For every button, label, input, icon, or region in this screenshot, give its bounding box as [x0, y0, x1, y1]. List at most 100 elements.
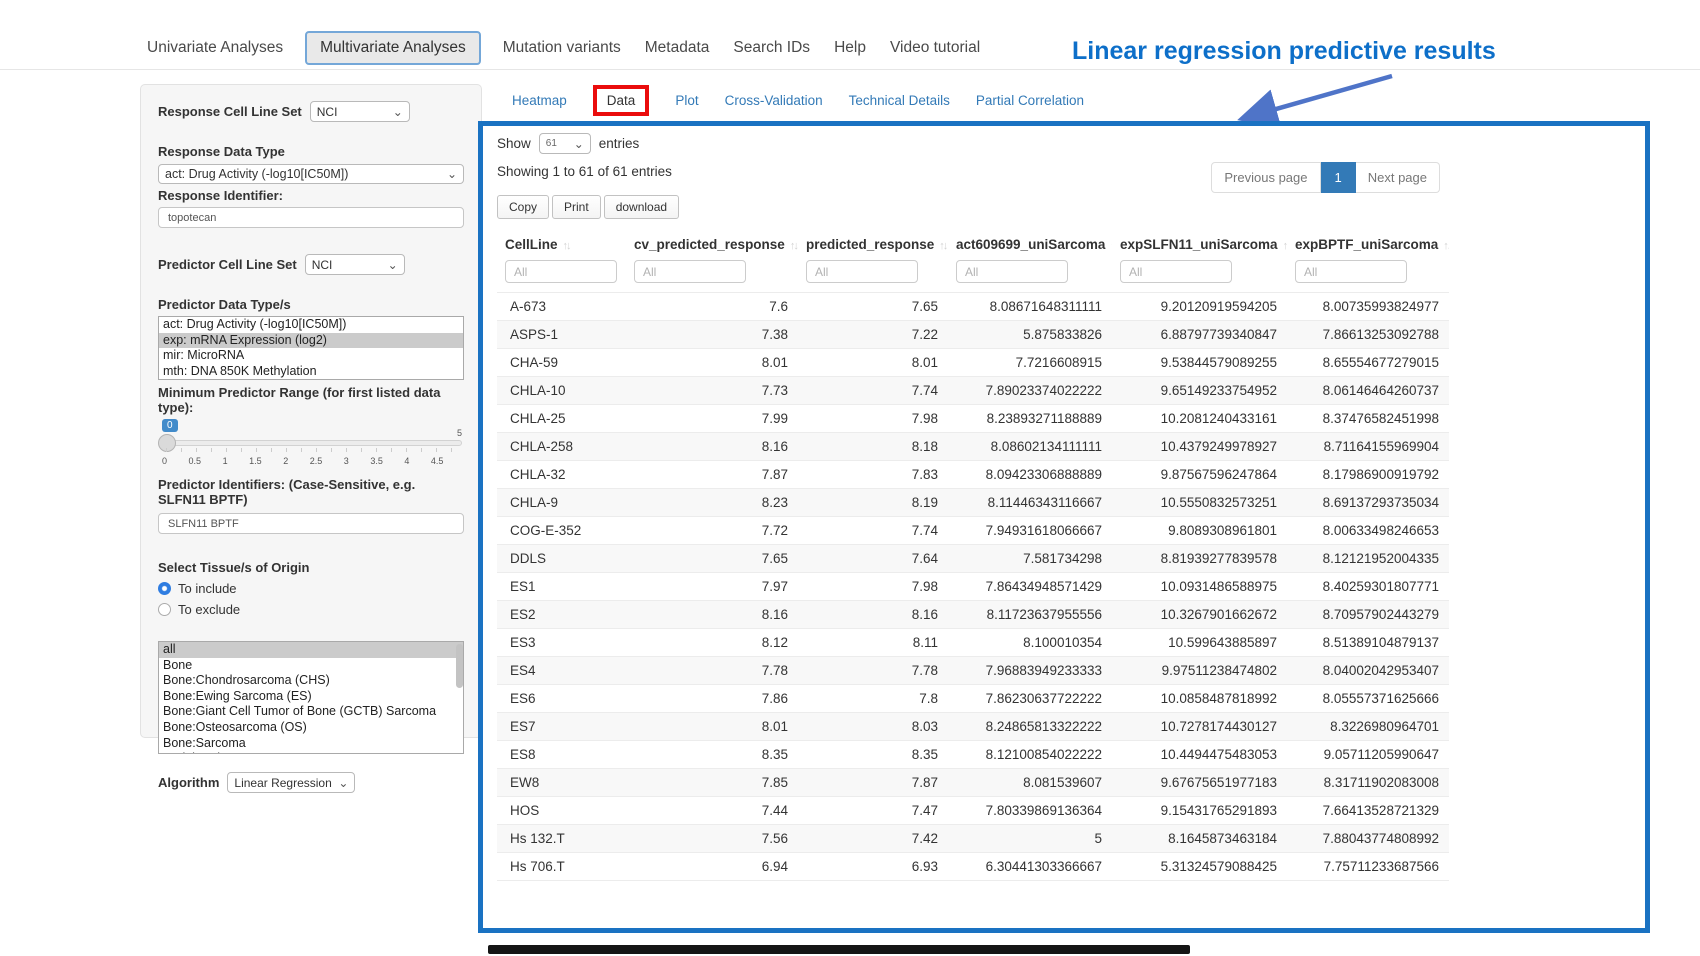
filter-cell — [1112, 257, 1287, 293]
sort-icon: ↑↓ — [1443, 240, 1449, 252]
nav-tab[interactable]: Help — [832, 32, 868, 64]
table-row: ES6 7.86 7.8 7.86230637722222 10.0858487… — [497, 685, 1449, 713]
export-button[interactable]: Print — [552, 195, 601, 219]
predicted-response-cell: 7.64 — [798, 545, 948, 573]
cv-predicted-response-cell: 7.73 — [626, 377, 798, 405]
nav-tab[interactable]: Metadata — [643, 32, 712, 64]
column-filter-input[interactable] — [505, 260, 617, 283]
column-filter-input[interactable] — [1120, 260, 1232, 283]
act609699-cell: 8.08602134111111 — [948, 433, 1112, 461]
column-header-label: expSLFN11_uniSarcoma — [1120, 237, 1278, 252]
predicted-response-cell: 7.83 — [798, 461, 948, 489]
listbox-option[interactable]: Peripheral_Nervous_System — [159, 751, 463, 754]
results-tab[interactable]: Cross-Validation — [725, 93, 823, 108]
results-tab[interactable]: Technical Details — [849, 93, 950, 108]
cv-predicted-response-cell: 7.85 — [626, 769, 798, 797]
next-page-button[interactable]: Next page — [1356, 162, 1440, 193]
response-cell-line-set-value: NCI — [317, 105, 338, 119]
cv-predicted-response-cell: 7.65 — [626, 545, 798, 573]
radio-button[interactable] — [158, 603, 171, 616]
table-body: A-673 7.6 7.65 8.08671648311111 9.201209… — [497, 293, 1449, 881]
current-page-button[interactable]: 1 — [1321, 162, 1356, 193]
expSLFN11-cell: 9.65149233754952 — [1112, 377, 1287, 405]
predictor-cell-line-set-select[interactable]: NCI ⌄ — [305, 254, 405, 275]
expSLFN11-cell: 6.88797739340847 — [1112, 321, 1287, 349]
cv-predicted-response-cell: 7.78 — [626, 657, 798, 685]
results-tab[interactable]: Heatmap — [512, 93, 567, 108]
predicted-response-cell: 8.16 — [798, 601, 948, 629]
predictor-identifiers-input[interactable] — [158, 513, 464, 534]
cell-line-cell: A-673 — [497, 293, 626, 321]
listbox-option[interactable]: Bone:Giant Cell Tumor of Bone (GCTB) Sar… — [159, 704, 463, 720]
predicted-response-cell: 7.87 — [798, 769, 948, 797]
listbox-option[interactable]: Bone:Sarcoma — [159, 736, 463, 752]
cell-line-cell: EW8 — [497, 769, 626, 797]
results-tab[interactable]: Data — [593, 85, 650, 116]
nav-tab[interactable]: Univariate Analyses — [145, 32, 285, 64]
expSLFN11-cell: 10.4494475483053 — [1112, 741, 1287, 769]
act609699-cell: 7.94931618066667 — [948, 517, 1112, 545]
slider-tick-label: 1.5 — [249, 456, 262, 466]
video-progress-bar[interactable] — [488, 945, 1190, 954]
filter-cell — [626, 257, 798, 293]
radio-button[interactable] — [158, 582, 171, 595]
cv-predicted-response-cell: 6.94 — [626, 853, 798, 881]
column-header[interactable]: cv_predicted_response↑↓ — [626, 228, 798, 257]
cell-line-cell: CHLA-10 — [497, 377, 626, 405]
listbox-option[interactable]: exp: mRNA Expression (log2) — [159, 333, 463, 349]
response-identifier-input[interactable] — [158, 207, 464, 228]
previous-page-button[interactable]: Previous page — [1211, 162, 1320, 193]
column-filter-input[interactable] — [634, 260, 746, 283]
export-button[interactable]: Copy — [497, 195, 549, 219]
expSLFN11-cell: 10.7278174430127 — [1112, 713, 1287, 741]
listbox-option[interactable]: mth: DNA 850K Methylation — [159, 364, 463, 380]
column-header[interactable]: predicted_response↑↓ — [798, 228, 948, 257]
nav-tab[interactable]: Search IDs — [731, 32, 812, 64]
column-header[interactable]: expBPTF_uniSarcoma↑↓ — [1287, 228, 1449, 257]
nav-tab[interactable]: Multivariate Analyses — [305, 31, 481, 65]
nav-tab[interactable]: Mutation variants — [501, 32, 623, 64]
expSLFN11-cell: 10.0931486588975 — [1112, 573, 1287, 601]
cell-line-cell: CHA-59 — [497, 349, 626, 377]
column-filter-input[interactable] — [1295, 260, 1407, 283]
nav-tab[interactable]: Video tutorial — [888, 32, 982, 64]
column-header[interactable]: expSLFN11_uniSarcoma↑↓ — [1112, 228, 1287, 257]
response-data-type-select[interactable]: act: Drug Activity (-log10[IC50M]) ⌄ — [158, 164, 464, 184]
listbox-option[interactable]: Bone:Osteosarcoma (OS) — [159, 720, 463, 736]
listbox-option[interactable]: mir: MicroRNA — [159, 348, 463, 364]
results-tab[interactable]: Plot — [675, 93, 698, 108]
expBPTF-cell: 7.66413528721329 — [1287, 797, 1449, 825]
slider-tick-label: 2 — [283, 456, 288, 466]
column-header[interactable]: act609699_uniSarcoma↑↓ — [948, 228, 1112, 257]
listbox-option[interactable]: act: Drug Activity (-log10[IC50M]) — [159, 317, 463, 333]
slider-track[interactable] — [160, 440, 462, 446]
show-entries-select[interactable]: 61 ⌄ — [539, 133, 591, 154]
predictor-data-types-label: Predictor Data Type/s — [158, 297, 464, 312]
slider-tick-label: 3 — [344, 456, 349, 466]
column-filter-input[interactable] — [806, 260, 918, 283]
expBPTF-cell: 8.40259301807771 — [1287, 573, 1449, 601]
expSLFN11-cell: 10.4379249978927 — [1112, 433, 1287, 461]
results-tab[interactable]: Partial Correlation — [976, 93, 1084, 108]
column-filter-input[interactable] — [956, 260, 1068, 283]
listbox-option[interactable]: Bone — [159, 658, 463, 674]
nav-divider — [0, 69, 1700, 70]
listbox-option[interactable]: Bone:Chondrosarcoma (CHS) — [159, 673, 463, 689]
response-cell-line-set-select[interactable]: NCI ⌄ — [310, 101, 410, 122]
act609699-cell: 7.86230637722222 — [948, 685, 1112, 713]
radio-row: To include — [158, 581, 464, 596]
act609699-cell: 5 — [948, 825, 1112, 853]
listbox-option[interactable]: Bone:Ewing Sarcoma (ES) — [159, 689, 463, 705]
listbox-option[interactable]: all — [159, 642, 463, 658]
export-button[interactable]: download — [604, 195, 679, 219]
column-header[interactable]: CellLine↑↓ — [497, 228, 626, 257]
expBPTF-cell: 8.31711902083008 — [1287, 769, 1449, 797]
table-filter-row — [497, 257, 1449, 293]
algorithm-select[interactable]: Linear Regression ⌄ — [227, 772, 355, 793]
predicted-response-cell: 8.19 — [798, 489, 948, 517]
cell-line-cell: ES1 — [497, 573, 626, 601]
pagination: Previous page 1 Next page — [1211, 162, 1440, 193]
cell-line-cell: ES2 — [497, 601, 626, 629]
slider-value-badge: 0 — [162, 419, 178, 432]
listbox-scrollbar-thumb[interactable] — [456, 644, 463, 688]
